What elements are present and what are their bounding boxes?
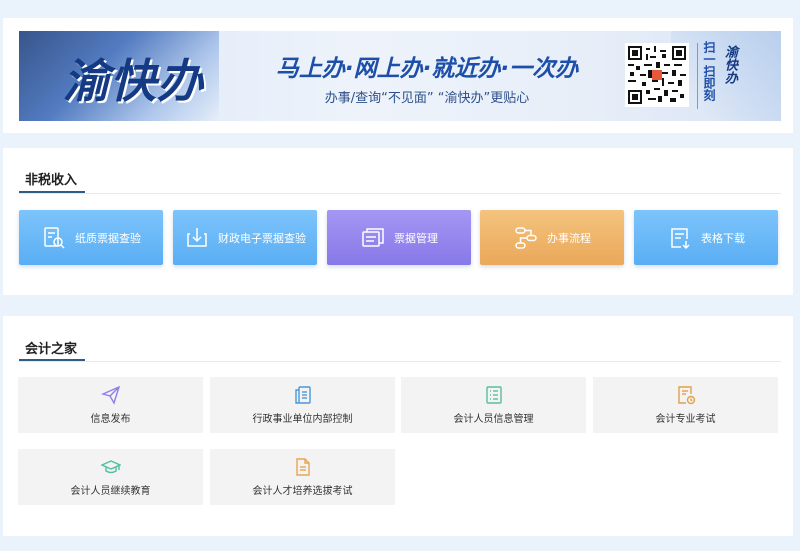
document-text-icon xyxy=(293,457,313,477)
e-receipt-verify-button[interactable]: 财政电子票据查验 xyxy=(173,210,317,265)
tile-label: 会计专业考试 xyxy=(655,414,716,425)
qr-code-icon xyxy=(625,43,689,107)
button-label: 财政电子票据查验 xyxy=(218,231,306,245)
scan-brand: 渝快办 xyxy=(722,45,737,84)
banner-logo: 渝快办 xyxy=(63,54,204,108)
internal-control-tile[interactable]: 行政事业单位内部控制 xyxy=(210,377,395,433)
banner-slogan: 马上办·网上办·就近办·一次办 xyxy=(275,56,579,82)
form-download-icon xyxy=(667,225,693,251)
section-title-accounting: 会计之家 xyxy=(25,342,78,357)
receipt-management-button[interactable]: 票据管理 xyxy=(327,210,471,265)
document-search-icon xyxy=(41,225,67,251)
list-icon xyxy=(484,385,504,405)
download-tray-icon xyxy=(184,225,210,251)
button-label: 办事流程 xyxy=(547,231,591,245)
document-list-icon xyxy=(293,385,313,405)
continuing-education-tile[interactable]: 会计人员继续教育 xyxy=(18,449,203,505)
section-divider xyxy=(19,193,781,194)
form-download-button[interactable]: 表格下载 xyxy=(634,210,778,265)
accounting-section: 会计之家 信息发布 行政事业单位内部控制 会计人员信息管理 会计专业考试 会计人… xyxy=(3,316,793,536)
graduation-cap-icon xyxy=(100,457,121,477)
tile-label: 会计人员继续教育 xyxy=(70,486,151,497)
section-title-nontax: 非税收入 xyxy=(25,173,78,188)
talent-selection-exam-tile[interactable]: 会计人才培养选拔考试 xyxy=(210,449,395,505)
service-process-button[interactable]: 办事流程 xyxy=(480,210,624,265)
info-release-tile[interactable]: 信息发布 xyxy=(18,377,203,433)
button-label: 票据管理 xyxy=(394,231,438,245)
button-label: 表格下载 xyxy=(701,231,745,245)
paper-receipt-verify-button[interactable]: 纸质票据查验 xyxy=(19,210,163,265)
banner-divider xyxy=(697,43,698,109)
nontax-section: 非税收入 纸质票据查验 财政电子票据查验 票据管理 办事流程 表格下载 xyxy=(3,148,793,295)
banner-subtitle: 办事/查询“不见面” “渝快办”更贴心 xyxy=(324,91,530,106)
tile-label: 信息发布 xyxy=(90,414,131,425)
section-accent-bar xyxy=(19,191,85,193)
section-divider xyxy=(19,361,781,362)
button-label: 纸质票据查验 xyxy=(75,231,141,245)
banner-panel: 渝快办 马上办·网上办·就近办·一次办 办事/查询“不见面” “渝快办”更贴心 xyxy=(3,18,793,133)
exam-clock-icon xyxy=(676,385,696,405)
yukuaiban-banner[interactable]: 渝快办 马上办·网上办·就近办·一次办 办事/查询“不见面” “渝快办”更贴心 xyxy=(19,31,781,121)
tile-label: 会计人才培养选拔考试 xyxy=(252,486,353,497)
tile-label: 行政事业单位内部控制 xyxy=(252,414,353,425)
accountant-info-tile[interactable]: 会计人员信息管理 xyxy=(401,377,586,433)
scan-prompt: 扫一扫即刻 xyxy=(702,41,716,101)
section-accent-bar xyxy=(19,359,85,361)
stacked-documents-icon xyxy=(360,225,386,251)
paper-plane-icon xyxy=(100,385,121,405)
workflow-icon xyxy=(513,225,539,251)
professional-exam-tile[interactable]: 会计专业考试 xyxy=(593,377,778,433)
tile-label: 会计人员信息管理 xyxy=(453,414,534,425)
